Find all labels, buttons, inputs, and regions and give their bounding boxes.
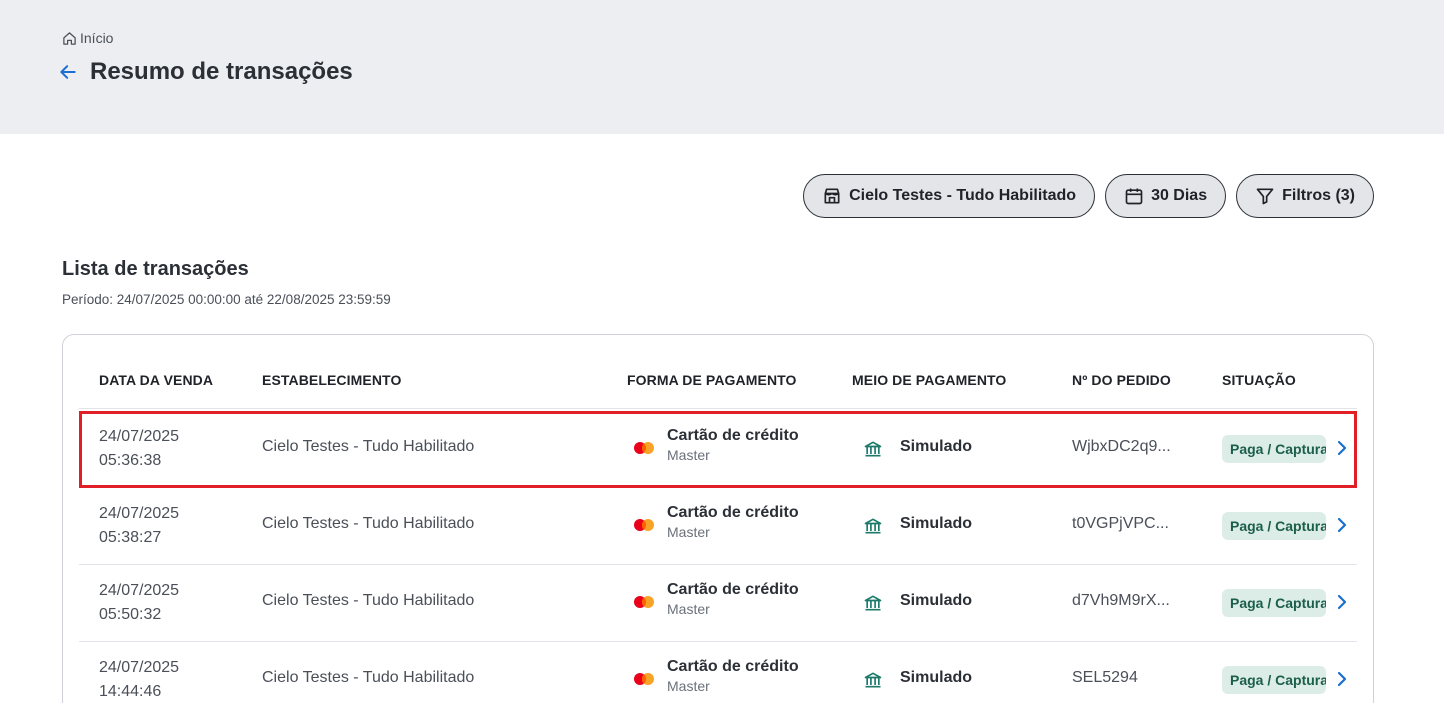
sale-datetime: 24/07/2025 05:36:38: [99, 425, 179, 473]
payment-form-type: Cartão de crédito: [667, 504, 799, 521]
sale-time: 14:44:46: [99, 683, 162, 700]
card-brand: Master: [667, 447, 710, 463]
filters-chip[interactable]: Filtros (3): [1236, 174, 1374, 218]
back-arrow-icon[interactable]: [58, 62, 78, 82]
breadcrumb-home-label[interactable]: Início: [80, 30, 113, 46]
col-header-payment-method: MEIO DE PAGAMENTO: [852, 372, 1007, 388]
col-header-status: SITUAÇÃO: [1222, 372, 1296, 388]
table-row[interactable]: 24/07/2025 05:38:27 Cielo Testes - Tudo …: [79, 488, 1357, 565]
status-badge: Paga / Capturada: [1222, 435, 1326, 463]
order-number: SEL5294: [1072, 669, 1138, 686]
mastercard-icon: [634, 442, 654, 454]
establishment-name: Cielo Testes - Tudo Habilitado: [262, 669, 475, 686]
sale-time: 05:38:27: [99, 529, 162, 546]
sale-date: 24/07/2025: [99, 582, 180, 599]
col-header-date: DATA DA VENDA: [99, 372, 214, 388]
mastercard-icon: [634, 519, 654, 531]
payment-form: Cartão de crédito Master: [667, 581, 799, 617]
chevron-right-icon[interactable]: [1335, 593, 1349, 611]
mastercard-icon: [634, 596, 654, 608]
payment-method: Simulado: [900, 515, 973, 532]
period-chip-label: 30 Dias: [1151, 187, 1208, 204]
bank-icon: [864, 595, 882, 611]
col-header-payment-form: FORMA DE PAGAMENTO: [627, 372, 797, 388]
payment-form-type: Cartão de crédito: [667, 658, 799, 675]
table-row[interactable]: 24/07/2025 14:44:46 Cielo Testes - Tudo …: [79, 642, 1357, 703]
mastercard-icon: [634, 673, 654, 685]
sale-date: 24/07/2025: [99, 428, 180, 445]
transactions-table: DATA DA VENDA ESTABELECIMENTO FORMA DE P…: [62, 334, 1374, 703]
establishment-name: Cielo Testes - Tudo Habilitado: [262, 438, 475, 455]
page-title: Resumo de transações: [90, 58, 353, 85]
payment-form-type: Cartão de crédito: [667, 581, 799, 598]
sale-date: 24/07/2025: [99, 505, 180, 522]
table-header: DATA DA VENDA ESTABELECIMENTO FORMA DE P…: [79, 335, 1357, 409]
payment-form: Cartão de crédito Master: [667, 658, 799, 694]
status-badge: Paga / Capturada: [1222, 589, 1326, 617]
establishment-name: Cielo Testes - Tudo Habilitado: [262, 592, 475, 609]
list-period: Período: 24/07/2025 00:00:00 até 22/08/2…: [62, 292, 391, 307]
establishment-chip-label: Cielo Testes - Tudo Habilitado: [849, 187, 1077, 204]
status-badge: Paga / Capturada: [1222, 512, 1326, 540]
sale-date: 24/07/2025: [99, 659, 180, 676]
table-row[interactable]: 24/07/2025 05:50:32 Cielo Testes - Tudo …: [79, 565, 1357, 642]
store-icon: [824, 188, 840, 204]
chevron-right-icon[interactable]: [1335, 439, 1349, 457]
bank-icon: [864, 672, 882, 688]
card-brand: Master: [667, 678, 710, 694]
order-number: t0VGPjVPC...: [1072, 515, 1169, 532]
sale-time: 05:36:38: [99, 452, 162, 469]
chevron-right-icon[interactable]: [1335, 516, 1349, 534]
sale-datetime: 24/07/2025 14:44:46: [99, 656, 179, 703]
payment-form: Cartão de crédito Master: [667, 504, 799, 540]
filter-icon: [1256, 188, 1274, 205]
period-chip[interactable]: 30 Dias: [1105, 174, 1227, 218]
bank-icon: [864, 441, 882, 457]
card-brand: Master: [667, 524, 710, 540]
card-brand: Master: [667, 601, 710, 617]
table-row[interactable]: 24/07/2025 05:36:38 Cielo Testes - Tudo …: [79, 411, 1357, 488]
filter-chips: Cielo Testes - Tudo Habilitado 30 Dias F…: [803, 174, 1374, 218]
col-header-order: Nº DO PEDIDO: [1072, 372, 1171, 388]
status-badge: Paga / Capturada: [1222, 666, 1326, 694]
bank-icon: [864, 518, 882, 534]
establishment-name: Cielo Testes - Tudo Habilitado: [262, 515, 475, 532]
breadcrumb[interactable]: Início: [62, 30, 113, 46]
chevron-right-icon[interactable]: [1335, 670, 1349, 688]
sale-time: 05:50:32: [99, 606, 162, 623]
title-row: Resumo de transações: [58, 58, 353, 86]
filters-chip-label: Filtros (3): [1282, 187, 1355, 204]
order-number: d7Vh9M9rX...: [1072, 592, 1170, 609]
payment-form: Cartão de crédito Master: [667, 427, 799, 463]
sale-datetime: 24/07/2025 05:50:32: [99, 579, 179, 627]
sale-datetime: 24/07/2025 05:38:27: [99, 502, 179, 550]
payment-method: Simulado: [900, 438, 973, 455]
order-number: WjbxDC2q9...: [1072, 438, 1171, 455]
col-header-establishment: ESTABELECIMENTO: [262, 372, 402, 388]
home-icon: [63, 31, 76, 45]
payment-form-type: Cartão de crédito: [667, 427, 799, 444]
list-title: Lista de transações: [62, 258, 249, 280]
calendar-icon: [1125, 188, 1143, 205]
establishment-chip[interactable]: Cielo Testes - Tudo Habilitado: [803, 174, 1096, 218]
payment-method: Simulado: [900, 592, 973, 609]
payment-method: Simulado: [900, 669, 973, 686]
